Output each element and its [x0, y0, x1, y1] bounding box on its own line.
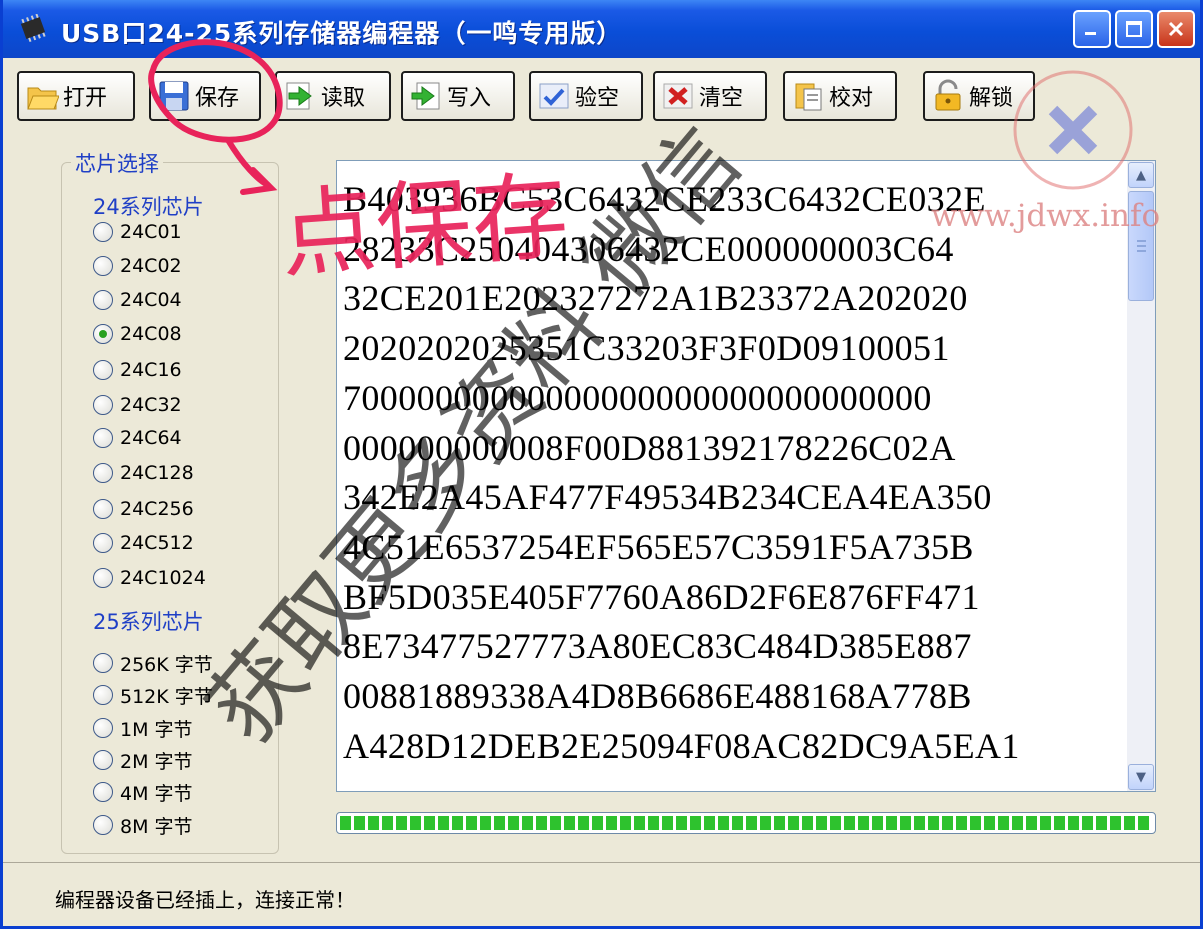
read-arrow-icon: [286, 82, 312, 110]
radio-24c64[interactable]: 24C64: [93, 423, 182, 453]
write-button[interactable]: 写入: [401, 71, 515, 121]
radio-circle[interactable]: [93, 782, 113, 802]
progress-fill: [340, 816, 1152, 830]
write-button-label: 写入: [447, 86, 492, 111]
radio-24c1024[interactable]: 24C1024: [93, 563, 206, 593]
radio-label: 24C04: [120, 289, 182, 311]
radio-24c02[interactable]: 24C02: [93, 251, 182, 281]
open-button[interactable]: 打开: [17, 71, 135, 121]
radio-label: 24C16: [120, 359, 182, 381]
unlock-button-label: 解锁: [969, 86, 1014, 111]
write-arrow-icon: [411, 82, 440, 110]
radio-circle[interactable]: [93, 499, 113, 519]
chip-select-title: 芯片选择: [71, 148, 163, 178]
vertical-scrollbar[interactable]: ▲ ▼: [1127, 161, 1155, 791]
save-button[interactable]: 保存: [149, 71, 261, 121]
open-folder-icon: [27, 87, 59, 110]
grip-line: [1137, 245, 1146, 247]
progress-bar: [336, 812, 1156, 834]
close-button[interactable]: [1157, 10, 1195, 48]
blank-check-button[interactable]: 验空: [529, 71, 643, 121]
radio-24c512[interactable]: 24C512: [93, 528, 194, 558]
radio-label: 24C32: [120, 394, 182, 416]
maximize-button[interactable]: [1115, 10, 1153, 48]
radio-circle[interactable]: [93, 360, 113, 380]
radio-circle[interactable]: [93, 428, 113, 448]
radio-24c04[interactable]: 24C04: [93, 285, 182, 315]
radio-8m[interactable]: 8M 字节: [93, 810, 193, 840]
minimize-icon: [1085, 32, 1096, 35]
blank-check-button-label: 验空: [575, 86, 620, 111]
radio-label: 4M 字节: [120, 782, 193, 805]
radio-1m[interactable]: 1M 字节: [93, 713, 193, 743]
radio-label: 24C512: [120, 532, 194, 554]
read-button[interactable]: 读取: [275, 71, 391, 121]
grip-line: [1137, 240, 1146, 242]
hex-line: BF5D035E405F7760A86D2F6E876FF471: [343, 576, 980, 617]
radio-24c32[interactable]: 24C32: [93, 390, 182, 420]
radio-24c01[interactable]: 24C01: [93, 217, 182, 247]
radio-circle[interactable]: [93, 533, 113, 553]
radio-24c08[interactable]: 24C08: [93, 319, 182, 349]
scroll-up-button[interactable]: ▲: [1128, 162, 1154, 188]
unlock-button[interactable]: 解锁: [923, 71, 1035, 121]
radio-circle[interactable]: [93, 653, 113, 673]
save-disk-icon: [159, 81, 189, 111]
open-button-label: 打开: [63, 86, 108, 111]
radio-label: 24C08: [120, 323, 182, 345]
radio-label: 8M 字节: [120, 815, 193, 838]
grip-line: [1137, 250, 1146, 252]
radio-label: 24C128: [120, 462, 194, 484]
chevron-down-icon: ▼: [1136, 769, 1146, 785]
scroll-down-button[interactable]: ▼: [1128, 764, 1154, 790]
radio-circle-checked[interactable]: [93, 324, 113, 344]
radio-circle[interactable]: [93, 222, 113, 242]
hex-line: 8E73477527773A80EC83C484D385E887: [343, 626, 972, 667]
hex-line: 00881889338A4D8B6686E488168A778B: [343, 676, 972, 717]
series25-label: 25系列芯片: [93, 610, 204, 634]
main-window: USB口24-25系列存储器编程器（一鸣专用版） 打开 保存 读取 写入 验空 …: [0, 0, 1203, 929]
radio-circle[interactable]: [93, 463, 113, 483]
unlock-padlock-icon: [935, 79, 961, 111]
radio-circle[interactable]: [93, 256, 113, 276]
check-mark-icon: [539, 83, 569, 109]
site-watermark: www.jdwx.info: [931, 198, 1161, 234]
chevron-up-icon: ▲: [1136, 167, 1146, 183]
radio-4m[interactable]: 4M 字节: [93, 777, 193, 807]
clear-button-label: 清空: [699, 86, 744, 111]
radio-label: 24C01: [120, 221, 182, 243]
verify-button-label: 校对: [829, 86, 874, 111]
radio-24c128[interactable]: 24C128: [93, 458, 194, 488]
status-text: 编程器设备已经插上，连接正常！: [55, 888, 355, 912]
radio-circle[interactable]: [93, 568, 113, 588]
status-divider: [3, 862, 1200, 863]
radio-label: 24C64: [120, 427, 182, 449]
radio-circle[interactable]: [93, 718, 113, 738]
minimize-button[interactable]: [1073, 10, 1111, 48]
toolbar: 打开 保存 读取 写入 验空 清空 校对 解锁: [3, 58, 1200, 134]
window-title: USB口24-25系列存储器编程器（一鸣专用版）: [61, 19, 623, 48]
radio-circle[interactable]: [93, 815, 113, 835]
verify-button[interactable]: 校对: [783, 71, 897, 121]
read-button-label: 读取: [321, 86, 366, 111]
radio-label: 24C02: [120, 255, 182, 277]
radio-label: 24C1024: [120, 567, 206, 589]
radio-24c16[interactable]: 24C16: [93, 355, 182, 385]
radio-24c256[interactable]: 24C256: [93, 494, 194, 524]
radio-2m[interactable]: 2M 字节: [93, 745, 193, 775]
verify-clipboard-icon: [795, 83, 822, 111]
radio-circle[interactable]: [93, 685, 113, 705]
radio-label: 2M 字节: [120, 750, 193, 773]
radio-label: 24C256: [120, 498, 194, 520]
chip-icon: [20, 14, 46, 42]
hex-line: A428D12DEB2E25094F08AC82DC9A5EA1: [343, 725, 1020, 766]
radio-circle[interactable]: [93, 750, 113, 770]
close-icon: [1168, 21, 1184, 37]
save-button-label: 保存: [195, 86, 240, 111]
maximize-icon: [1126, 21, 1142, 37]
title-bar[interactable]: USB口24-25系列存储器编程器（一鸣专用版）: [3, 0, 1200, 58]
radio-circle[interactable]: [93, 395, 113, 415]
radio-label: 1M 字节: [120, 718, 193, 741]
radio-circle[interactable]: [93, 290, 113, 310]
